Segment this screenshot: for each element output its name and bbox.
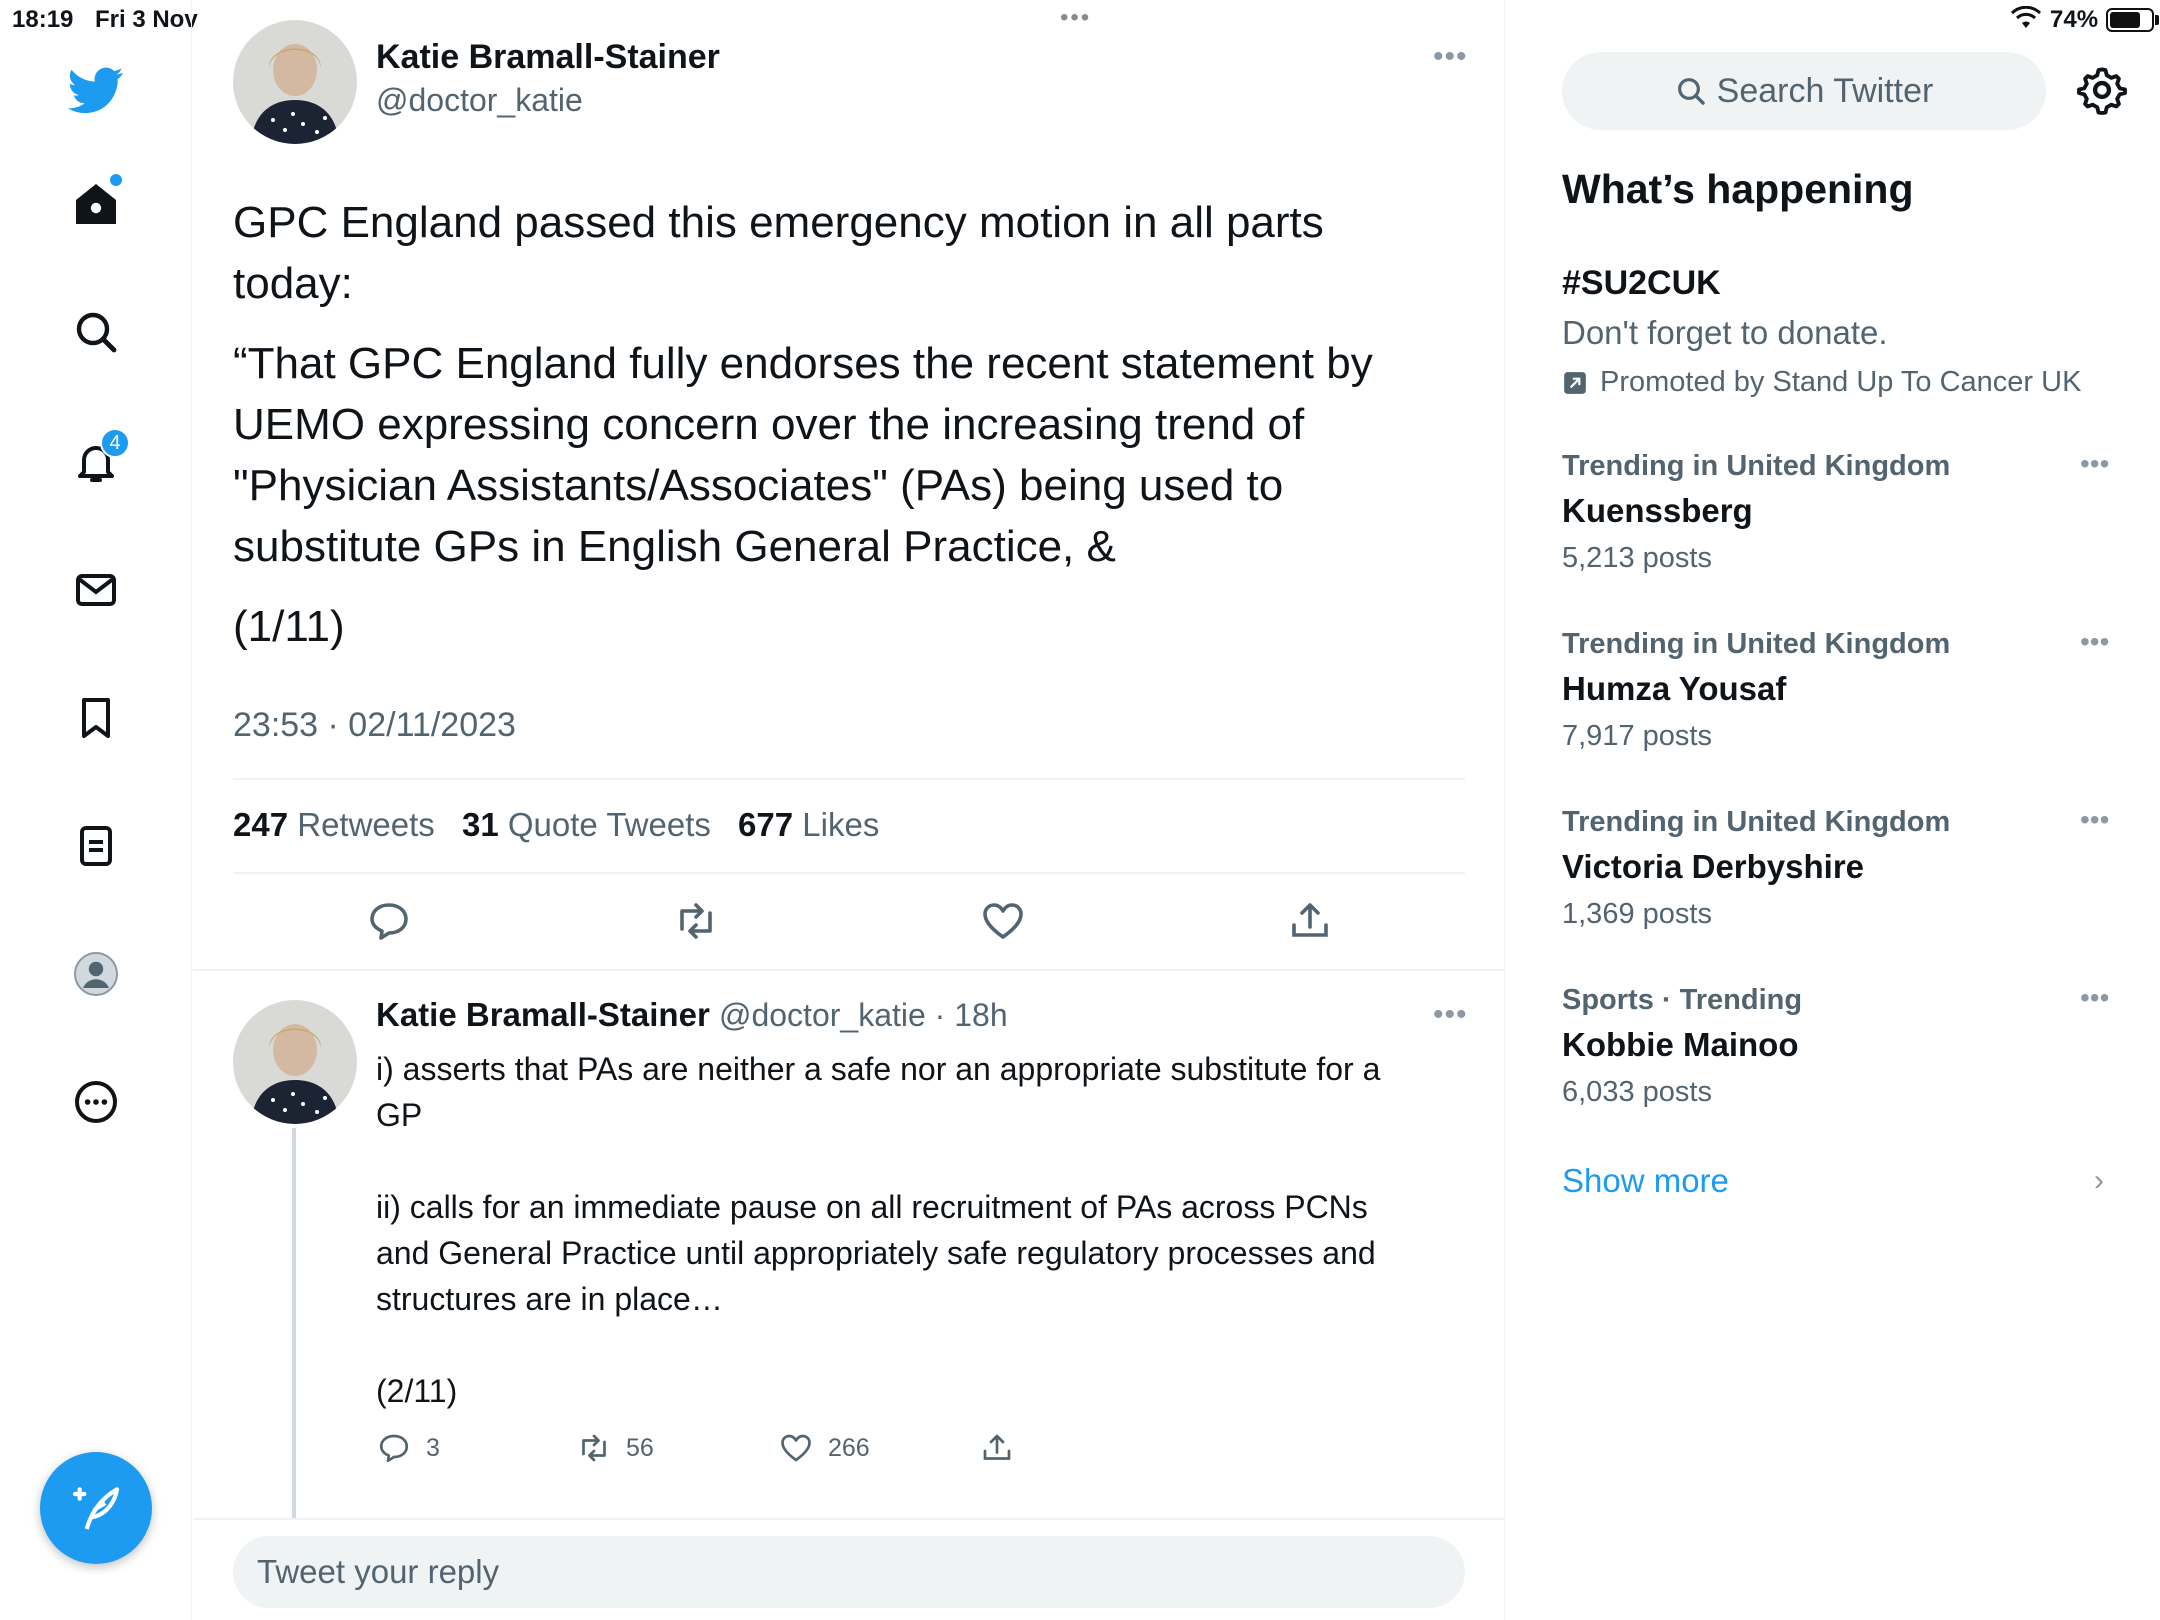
home-unread-dot: [110, 174, 122, 186]
trend-more-options-icon[interactable]: •••: [2080, 804, 2109, 836]
reply-header: Katie Bramall-Stainer @doctor_katie · 18…: [376, 996, 1008, 1034]
trend-more-options-icon[interactable]: •••: [2080, 982, 2109, 1014]
reply-author-avatar[interactable]: [233, 1000, 357, 1124]
trend-name[interactable]: Kobbie Mainoo: [1562, 1026, 1798, 1064]
bookmarks-icon[interactable]: [66, 688, 126, 748]
left-nav-rail: 4: [0, 0, 192, 1620]
trend-name[interactable]: Humza Yousaf: [1562, 670, 1786, 708]
quote-tweets-stat[interactable]: 31 Quote Tweets: [462, 806, 711, 843]
search-icon: [1677, 78, 1705, 105]
home-icon[interactable]: [66, 174, 126, 234]
trend-name[interactable]: Victoria Derbyshire: [1562, 848, 1864, 886]
trend-count: 5,213 posts: [1562, 542, 1712, 574]
trend-count: 1,369 posts: [1562, 898, 1712, 930]
reply-more-options-icon[interactable]: •••: [1433, 998, 1468, 1032]
reply-retweet-button[interactable]: 56: [576, 1430, 654, 1466]
right-sidebar: Search Twitter What’s happening #SU2CUK …: [1506, 0, 2160, 1620]
thread-connector-line: [292, 1128, 296, 1518]
reply-author-meta[interactable]: @doctor_katie · 18h: [719, 997, 1008, 1033]
tweet-quote-line: "Physician Assistants/Associates" (PAs) …: [233, 461, 1284, 510]
trend-more-options-icon[interactable]: •••: [2080, 448, 2109, 480]
share-icon: [983, 1434, 1011, 1460]
tweet-text-line: GPC England passed this emergency motion…: [233, 198, 1324, 247]
profile-avatar-icon[interactable]: [66, 944, 126, 1004]
trend-category: Trending in United Kingdom: [1562, 628, 1951, 660]
like-count: 266: [828, 1433, 870, 1462]
tweet-text-line: today:: [233, 259, 353, 308]
retweet-count: 56: [626, 1433, 654, 1462]
divider: [233, 778, 1465, 780]
trend-count: 6,033 posts: [1562, 1076, 1712, 1108]
tweet-engagement-stats: 247 Retweets 31 Quote Tweets 677 Likes: [233, 806, 897, 844]
search-placeholder: Search Twitter: [1716, 71, 1934, 110]
explore-search-icon[interactable]: [66, 302, 126, 362]
notifications-count-badge: 4: [100, 428, 130, 458]
notifications-bell-icon[interactable]: 4: [66, 428, 130, 492]
reply-input[interactable]: [233, 1536, 1465, 1608]
author-name[interactable]: Katie Bramall-Stainer: [376, 38, 720, 77]
like-heart-icon[interactable]: [979, 897, 1027, 945]
show-more-link[interactable]: Show more: [1562, 1162, 1729, 1200]
trend-category: Trending in United Kingdom: [1562, 806, 1951, 838]
more-options-icon[interactable]: [66, 1072, 126, 1132]
reply-text-line: ii) calls for an immediate pause on all …: [376, 1189, 1368, 1225]
twitter-logo-icon[interactable]: [66, 60, 126, 120]
reply-reply-button[interactable]: 3: [376, 1430, 440, 1466]
author-avatar[interactable]: [233, 20, 357, 144]
retweets-stat[interactable]: 247 Retweets: [233, 806, 435, 843]
messages-envelope-icon[interactable]: [66, 560, 126, 620]
reply-count: 3: [426, 1433, 440, 1462]
tweet-quote-line: “That GPC England fully endorses the rec…: [233, 339, 1373, 388]
tweet-quote-line: substitute GPs in English General Practi…: [233, 522, 1116, 571]
trend-category: Sports · Trending: [1562, 984, 1803, 1016]
retweet-icon: [582, 1434, 606, 1462]
tweet-thread-counter: (1/11): [233, 602, 345, 651]
reply-thread-counter: (2/11): [376, 1373, 458, 1409]
divider: [233, 872, 1465, 874]
promoted-icon: [1564, 371, 1586, 394]
reply-icon[interactable]: [365, 897, 413, 945]
tweet-timestamp[interactable]: 23:53 · 02/11/2023: [233, 706, 516, 745]
promoted-by[interactable]: Promoted by Stand Up To Cancer UK: [1562, 366, 2081, 399]
trend-count: 7,917 posts: [1562, 720, 1712, 752]
reply-text-line: structures are in place…: [376, 1281, 723, 1317]
reply-share-button[interactable]: [979, 1430, 1029, 1466]
reply-composer[interactable]: [233, 1536, 1465, 1608]
search-bar[interactable]: Search Twitter: [1562, 52, 2046, 130]
tweet-thread-column: Katie Bramall-Stainer @doctor_katie ••• …: [193, 0, 1505, 1620]
reply-icon: [379, 1434, 409, 1463]
retweet-icon[interactable]: [672, 897, 720, 945]
divider: [193, 1518, 1505, 1520]
trend-category: Trending in United Kingdom: [1562, 450, 1951, 482]
like-heart-icon: [781, 1434, 811, 1462]
reply-text-line: and General Practice until appropriately…: [376, 1235, 1376, 1271]
settings-gear-icon[interactable]: [2076, 64, 2128, 116]
divider: [193, 969, 1505, 971]
promoted-description: Don't forget to donate.: [1562, 314, 1888, 351]
lists-icon[interactable]: [66, 816, 126, 876]
promoted-hashtag[interactable]: #SU2CUK: [1562, 264, 1721, 303]
compose-tweet-button[interactable]: [40, 1452, 152, 1564]
share-icon[interactable]: [1286, 897, 1334, 945]
tweet-quote-line: UEMO expressing concern over the increas…: [233, 400, 1305, 449]
likes-stat[interactable]: 677 Likes: [738, 806, 879, 843]
compose-feather-icon: [72, 1487, 120, 1530]
reply-author-name[interactable]: Katie Bramall-Stainer: [376, 996, 710, 1033]
trend-name[interactable]: Kuenssberg: [1562, 492, 1753, 530]
reply-like-button[interactable]: 266: [778, 1430, 870, 1466]
author-handle[interactable]: @doctor_katie: [376, 82, 583, 119]
trend-more-options-icon[interactable]: •••: [2080, 626, 2109, 658]
tweet-more-options-icon[interactable]: •••: [1433, 40, 1468, 74]
reply-text-line: GP: [376, 1097, 423, 1133]
reply-text-line: i) asserts that PAs are neither a safe n…: [376, 1051, 1381, 1087]
chevron-right-icon[interactable]: ›: [2094, 1164, 2104, 1198]
whats-happening-title: What’s happening: [1562, 166, 1914, 212]
